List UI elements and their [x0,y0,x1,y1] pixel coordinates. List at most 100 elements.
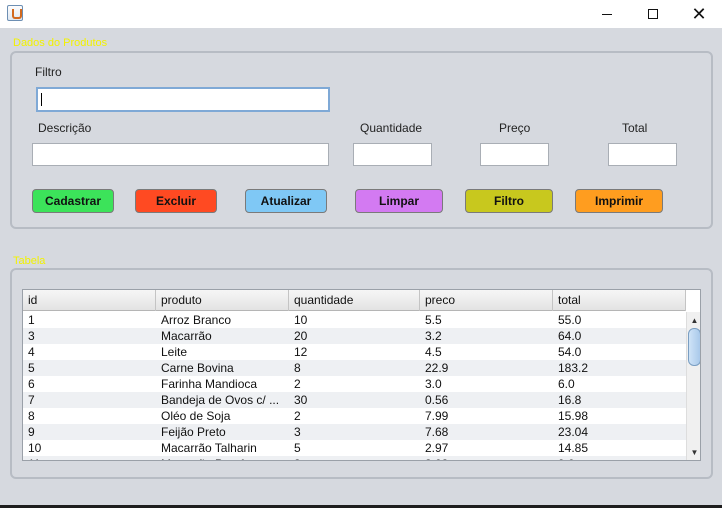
text-caret [41,93,42,106]
total-input-field[interactable] [609,144,676,165]
table-row[interactable]: 5 Carne Bovina 8 22.9 183.2 [23,360,686,376]
table-cell-quantidade: 12 [294,345,308,359]
table-cell-preco: 22.9 [425,361,449,375]
table-cell-total: 16.8 [558,393,582,407]
preco-input[interactable] [480,143,549,166]
preco-label: Preço [499,121,531,135]
table-cell-produto: Carne Bovina [161,361,234,375]
filtro-input[interactable] [36,87,330,112]
table-cell-total: 9.0 [553,456,686,460]
table-row[interactable]: 7 Bandeja de Ovos c/ ... 30 0.56 16.8 [23,392,686,408]
table-cell-produto: Macarrão Parafuso [156,456,289,460]
table-cell-preco: 5.5 [425,313,442,327]
produtos-panel-title: Dados do Produtos [13,37,108,49]
table-row[interactable]: 1 Arroz Branco 10 5.5 55.0 [23,312,686,328]
table-cell-produto: Farinha Mandioca [161,377,258,391]
table-row[interactable]: 9 Feijão Preto 3 7.68 23.04 [23,424,686,440]
table-cell-total: 6.0 [558,377,575,391]
quantidade-label: Quantidade [360,121,423,135]
table-cell-quantidade: 20 [294,329,308,343]
table-cell-preco: 7.99 [425,409,449,423]
column-header-id[interactable]: id [23,290,156,311]
column-header-quantidade[interactable]: quantidade [289,290,420,311]
table-cell-quantidade: 2 [294,409,301,423]
table-cell-id: 5 [28,361,35,375]
table-cell-preco: 4.5 [425,345,442,359]
descricao-input-field[interactable] [33,144,328,165]
column-header-produto[interactable]: produto [156,290,289,311]
table-cell-preco: 3.03 [420,456,553,460]
table-cell-preco: 2.97 [425,441,449,455]
maximize-button[interactable] [630,0,676,28]
quantidade-input-field[interactable] [354,144,431,165]
table-row[interactable]: 11Macarrão Parafuso33.039.0 [23,456,686,460]
descricao-label: Descrição [38,121,92,135]
table-cell-total: 55.0 [558,313,582,327]
filtro-button[interactable]: Filtro [465,189,553,213]
scroll-thumb[interactable] [688,328,700,366]
table-row[interactable]: 6 Farinha Mandioca 2 3.0 6.0 [23,376,686,392]
table-cell-id: 6 [28,377,35,391]
total-input[interactable] [608,143,677,166]
table-cell-preco: 3.2 [425,329,442,343]
vertical-scrollbar[interactable]: ▲ ▼ [686,312,700,460]
maximize-icon [648,9,658,19]
table-row[interactable]: 10 Macarrão Talharin 5 2.97 14.85 [23,440,686,456]
table-cell-quantidade: 10 [294,313,308,327]
table-header: id produto quantidade preco total [23,290,686,311]
table-cell-produto: Leite [161,345,188,359]
atualizar-button[interactable]: Atualizar [245,189,327,213]
column-header-preco[interactable]: preco [420,290,553,311]
descricao-input[interactable] [32,143,329,166]
excluir-button[interactable]: Excluir [135,189,217,213]
table-cell-produto: Macarrão [161,329,212,343]
table-cell-quantidade: 3 [289,456,420,460]
filtro-input-field[interactable] [38,89,328,110]
cadastrar-button[interactable]: Cadastrar [32,189,114,213]
java-app-icon [7,5,23,21]
table-cell-id: 7 [28,393,35,407]
total-label: Total [622,121,648,135]
imprimir-button[interactable]: Imprimir [575,189,663,213]
table-cell-id: 4 [28,345,35,359]
close-button[interactable]: ✕ [676,0,722,28]
quantidade-input[interactable] [353,143,432,166]
table-cell-id: 10 [28,441,42,455]
scroll-up-icon[interactable]: ▲ [688,314,700,327]
table-cell-total: 14.85 [558,441,589,455]
table-cell-quantidade: 2 [294,377,301,391]
close-icon: ✕ [691,4,707,24]
produtos-table: id produto quantidade preco total 1 Arroz… [22,289,701,461]
table-cell-quantidade: 8 [294,361,301,375]
table-cell-id: 11 [23,456,156,460]
title-bar: ✕ [0,0,722,28]
table-cell-total: 15.98 [558,409,589,423]
table-cell-preco: 7.68 [425,425,449,439]
filtro-label: Filtro [35,65,62,79]
table-cell-id: 3 [28,329,35,343]
table-cell-produto: Feijão Preto [161,425,226,439]
table-cell-total: 183.2 [558,361,589,375]
table-row[interactable]: 4 Leite 12 4.5 54.0 [23,344,686,360]
minimize-button[interactable] [584,0,630,28]
tabela-panel-title: Tabela [13,255,46,267]
table-cell-id: 8 [28,409,35,423]
table-cell-total: 23.04 [558,425,589,439]
table-cell-id: 9 [28,425,35,439]
table-cell-produto: Macarrão Talharin [161,441,257,455]
table-row[interactable]: 8 Oléo de Soja 2 7.99 15.98 [23,408,686,424]
table-cell-quantidade: 5 [294,441,301,455]
table-cell-total: 54.0 [558,345,582,359]
table-cell-produto: Arroz Branco [161,313,232,327]
column-header-total[interactable]: total [553,290,686,311]
limpar-button[interactable]: Limpar [355,189,443,213]
table-body: 1 Arroz Branco 10 5.5 55.0 3 Macarrão 20 3.2 64.0… [23,312,686,460]
table-cell-preco: 0.56 [425,393,449,407]
scroll-down-icon[interactable]: ▼ [688,446,700,459]
table-cell-produto: Oléo de Soja [161,409,231,423]
preco-input-field[interactable] [481,144,548,165]
table-cell-quantidade: 3 [294,425,301,439]
table-cell-produto: Bandeja de Ovos c/ ... [161,393,280,407]
table-cell-total: 64.0 [558,329,582,343]
table-row[interactable]: 3 Macarrão 20 3.2 64.0 [23,328,686,344]
